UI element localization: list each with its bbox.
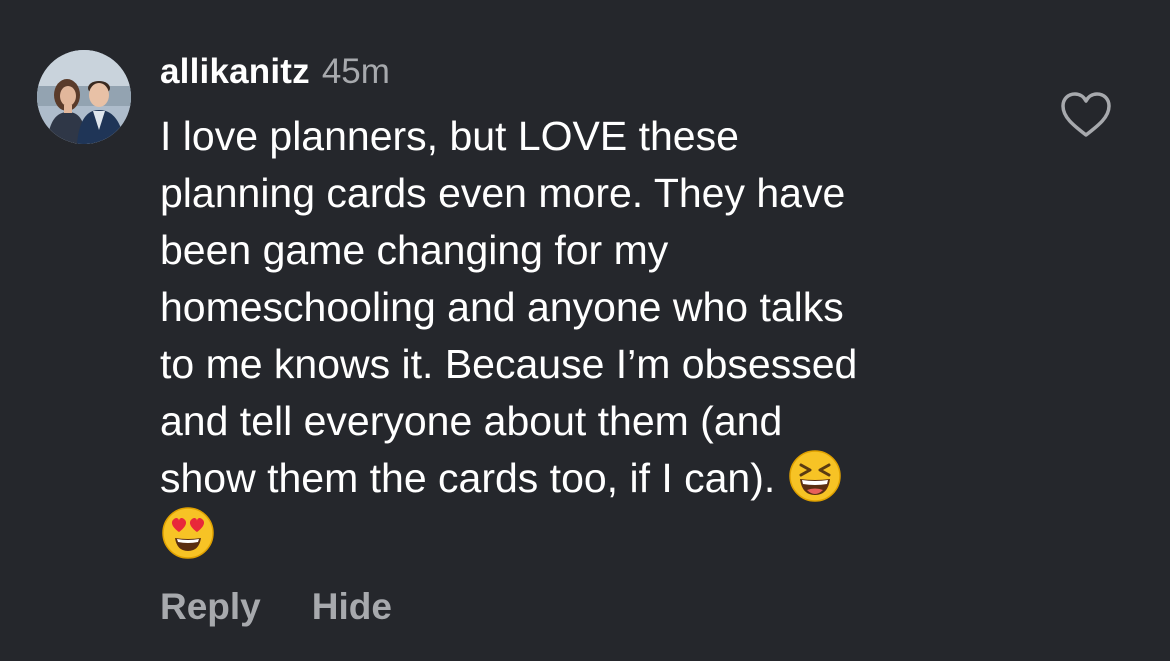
comment-line: to me knows it. Because I’m obsessed (160, 341, 858, 387)
comment-line-with-emoji: show them the cards too, if I can). (160, 450, 1010, 507)
username[interactable]: allikanitz (160, 52, 310, 92)
comment-line: and tell everyone about them (and (160, 398, 783, 444)
comment: allikanitz 45m I love planners, but LOVE… (0, 0, 1170, 661)
comment-line: homeschooling and anyone who talks (160, 284, 844, 330)
comment-actions: Reply Hide (160, 586, 392, 628)
comment-line: been game changing for my (160, 227, 669, 273)
comment-line: show them the cards too, if I can). (160, 455, 776, 501)
reply-button[interactable]: Reply (160, 586, 261, 628)
comment-line: planning cards even more. They have (160, 170, 846, 216)
hide-button[interactable]: Hide (312, 586, 392, 628)
comment-line-emoji (160, 507, 1010, 564)
like-button[interactable] (1059, 91, 1113, 139)
comment-text: I love planners, but LOVE these planning… (160, 108, 1010, 564)
heart-icon (1061, 92, 1111, 137)
comment-line: I love planners, but LOVE these (160, 113, 739, 159)
comment-header: allikanitz 45m (160, 52, 390, 96)
timestamp: 45m (321, 52, 390, 91)
grinning-squinting-face-emoji (789, 450, 842, 502)
avatar[interactable] (37, 50, 131, 144)
avatar-photo (37, 50, 131, 144)
heart-eyes-emoji (162, 507, 214, 559)
